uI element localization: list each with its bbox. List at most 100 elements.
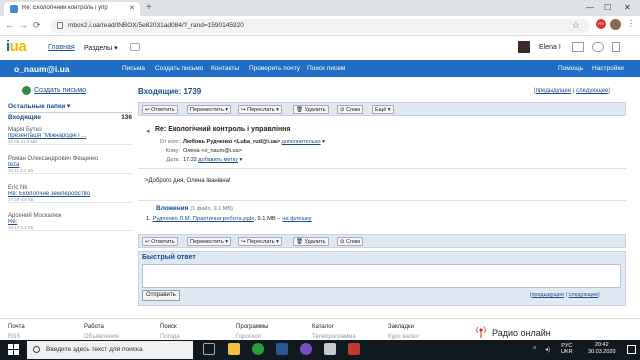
nav-main-link[interactable]: Главная [48, 44, 75, 51]
account-email: o_naum@i.ua [14, 64, 70, 74]
move-button[interactable]: Переместить ▾ [187, 237, 231, 246]
reply-label: Ответить [151, 107, 175, 113]
lock-icon [57, 22, 63, 29]
prev-link[interactable]: предыдущее [536, 88, 572, 94]
save-to-flash-link[interactable]: на флешку [282, 216, 311, 222]
sender[interactable]: Любовь Рудченко <Luba_rud@i.ua> [183, 139, 280, 145]
next-link[interactable]: следующее [576, 88, 608, 94]
browser-menu-icon[interactable]: ⋮ [627, 19, 635, 28]
maximize-window-button[interactable]: ☐ [604, 2, 611, 14]
date-time: 17:32 [183, 157, 197, 163]
list-item[interactable]: Арсений Москалюк Re: 16:13 5.3 КБ [8, 213, 132, 231]
profile-avatar[interactable] [610, 19, 621, 30]
pager-bottom: |предыдущее | следующее| [530, 292, 600, 298]
list-item[interactable]: Eric Nk Re: Екологічне землеробство 17:3… [8, 185, 132, 203]
viber-icon[interactable] [300, 343, 312, 355]
nav-search-letters-link[interactable]: Поиск писем [307, 65, 345, 72]
new-tab-button[interactable]: + [146, 2, 152, 14]
move-button[interactable]: Переместить ▾ [187, 105, 231, 114]
spam-button[interactable]: ⊘ Спам [337, 105, 363, 114]
footer-programs-link[interactable]: Программы [236, 324, 268, 330]
other-folders-dropdown[interactable]: Остальные папки ▾ [8, 102, 132, 113]
camera-icon[interactable] [130, 43, 140, 51]
create-mail-link[interactable]: Создать письмо [34, 87, 86, 94]
footer-catalog-link[interactable]: Каталог [312, 324, 334, 330]
footer-mail-link[interactable]: Почта [8, 324, 25, 330]
user-photo[interactable] [518, 41, 530, 53]
back-icon[interactable]: ← [5, 19, 14, 31]
radio-icon[interactable] [476, 326, 486, 338]
spam-button[interactable]: ⊘ Спам [337, 237, 363, 246]
footer-work-link[interactable]: Работа [84, 324, 104, 330]
nav-sections-dropdown[interactable]: Разделы ▾ [84, 44, 118, 52]
notifications-icon[interactable] [627, 345, 636, 354]
list-item[interactable]: Роман Олександрович Фещенко teza 20:11 3… [8, 156, 132, 174]
attachments-label: Вложения [156, 205, 189, 212]
help-link[interactable]: Помощь [558, 65, 583, 72]
prev-link[interactable]: предыдущее [531, 292, 564, 298]
reload-icon[interactable]: ⟳ [33, 19, 41, 31]
app-icon[interactable] [324, 343, 336, 355]
next-link[interactable]: следующее [569, 292, 599, 298]
delete-button[interactable]: 🗑 Удалить [293, 237, 329, 246]
nav-check-mail-link[interactable]: Проверить почту [249, 65, 300, 72]
windows-start-icon[interactable] [8, 344, 19, 355]
footer-bookmarks-link[interactable]: Закладки [388, 324, 414, 330]
nav-letters-link[interactable]: Письма [122, 65, 145, 72]
word-icon[interactable] [276, 343, 288, 355]
quick-reply-textarea[interactable] [142, 264, 621, 288]
chrome-icon[interactable] [252, 343, 264, 355]
forward-icon[interactable]: → [19, 19, 28, 31]
pdf-reader-icon[interactable] [348, 343, 360, 355]
collapse-arrow-icon[interactable]: ◂ [146, 127, 150, 135]
attachment-file-link[interactable]: Рудченко Л.М. Практична робота.pptx [152, 216, 254, 222]
volume-icon[interactable]: ◂) [545, 346, 550, 353]
close-window-button[interactable]: ✕ [624, 2, 631, 14]
mail-icon[interactable] [572, 42, 584, 52]
folder-title: Входящие: 1739 [138, 87, 202, 96]
add-label-link[interactable]: добавить метку [198, 157, 238, 163]
reply-button[interactable]: ↩ Ответить [142, 237, 178, 246]
bookmark-star-icon[interactable]: ☆ [572, 20, 580, 31]
tab-close-icon[interactable]: ✕ [129, 4, 135, 12]
clock-date: 30.03.2020 [588, 349, 616, 355]
radio-online-link[interactable]: Радио онлайн [492, 328, 551, 338]
apps-icon[interactable] [612, 42, 620, 52]
folder-inbox[interactable]: Входящие 136 [8, 114, 132, 124]
delete-label: Удалить [304, 239, 326, 245]
reply-label: Ответить [151, 239, 175, 245]
forward-button[interactable]: ↪ Переслать ▾ [238, 237, 282, 246]
forward-button[interactable]: ↪ Переслать ▾ [238, 105, 282, 114]
message-toolbar-top: ↩ Ответить Переместить ▾ ↪ Переслать ▾ 🗑… [138, 102, 626, 116]
more-details-link[interactable]: дополнительно [282, 139, 321, 145]
address-bar[interactable]: mbox2.i.ua/read/INBOX/5e82031ad084/?_ran… [50, 19, 590, 33]
quick-reply-title: Быстрый ответ [142, 254, 196, 261]
nav-contacts-link[interactable]: Контакты [211, 65, 239, 72]
iua-logo[interactable]: iua [6, 38, 27, 55]
settings-gear-icon[interactable] [592, 42, 604, 52]
list-item[interactable]: Марія Бутко презентація "Міжнародні і ..… [8, 127, 132, 145]
taskbar-search-placeholder: Введите здесь текст для поиска [46, 346, 143, 353]
create-mail-icon[interactable] [22, 86, 31, 95]
extension-icon[interactable]: RS [596, 19, 606, 29]
browser-tab[interactable]: Re: Екологічний контроль і упр ✕ [4, 2, 140, 16]
nav-create-letter-link[interactable]: Создать письмо [155, 65, 203, 72]
task-view-icon[interactable] [203, 343, 215, 355]
spam-label: Спам [346, 239, 360, 245]
send-button[interactable]: Отправить [142, 290, 180, 301]
tray-arrow-icon[interactable]: ˄ [533, 346, 537, 352]
more-button[interactable]: Ещё ▾ [372, 105, 394, 114]
message-toolbar-bottom: ↩ Ответить Переместить ▾ ↪ Переслать ▾ 🗑… [138, 234, 626, 248]
file-explorer-icon[interactable] [228, 343, 240, 355]
reply-button[interactable]: ↩ Ответить [142, 105, 178, 114]
settings-link[interactable]: Настройки [592, 65, 624, 72]
footer-search-link[interactable]: Поиск [160, 324, 177, 330]
taskbar-clock[interactable]: 20:42 30.03.2020 [588, 342, 616, 356]
inbox-count: 136 [121, 114, 132, 121]
delete-button[interactable]: 🗑 Удалить [293, 105, 329, 114]
user-name[interactable]: Elena I [539, 44, 561, 51]
minimize-window-button[interactable]: — [586, 2, 594, 14]
date-value: 17:32 добавить метку ▾ [183, 157, 243, 163]
delete-label: Удалить [304, 107, 326, 113]
language-indicator[interactable]: РУС UKR [561, 343, 573, 355]
